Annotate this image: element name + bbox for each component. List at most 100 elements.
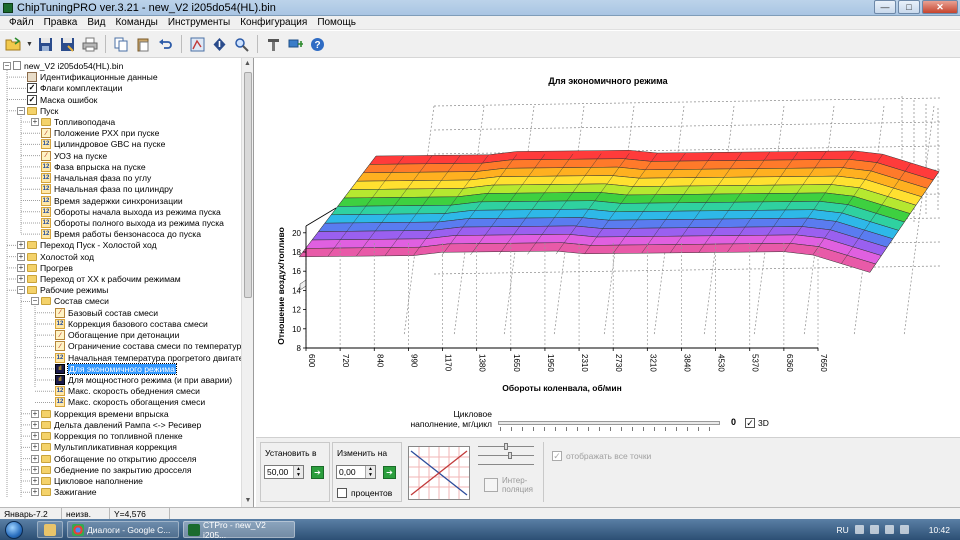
tree-item[interactable]: ✓ Маска ошибок: [27, 94, 97, 105]
search-icon[interactable]: [232, 35, 251, 54]
volume-icon[interactable]: [884, 525, 894, 534]
tree-panel[interactable]: − new_V2 i205do54(HL).bin Идентификацион…: [0, 58, 254, 507]
tree-item[interactable]: ✓ Флаги комплектации: [27, 83, 122, 94]
close-button[interactable]: ✕: [922, 0, 958, 14]
interp-slider-1[interactable]: [478, 443, 534, 450]
undo-icon[interactable]: [156, 35, 175, 54]
tree-item[interactable]: Идентификационные данные: [27, 72, 158, 83]
expand-toggle-icon[interactable]: +: [17, 241, 25, 250]
show-all-points-toggle[interactable]: ✓ отображать все точки: [552, 451, 651, 461]
window-title-bar[interactable]: ChipTuningPRO ver.3.21 - new_V2 i205do54…: [0, 0, 960, 16]
spin-arrows-icon[interactable]: ▲ ▼: [365, 466, 375, 478]
collapse-toggle-icon[interactable]: −: [3, 61, 11, 70]
scrollbar-thumb[interactable]: [244, 72, 252, 298]
tree-item[interactable]: + Прогрев: [17, 262, 73, 273]
tree-item[interactable]: 12 Цилиндровое GBC на пуске: [41, 139, 165, 150]
interp-slider-3[interactable]: [478, 464, 534, 468]
maximize-button[interactable]: □: [898, 0, 920, 14]
menu-configuration[interactable]: Конфигурация: [235, 17, 312, 28]
tree-item[interactable]: 12 Макс. скорость обеднения смеси: [55, 386, 200, 397]
checkbox-3d[interactable]: ✓: [745, 418, 755, 428]
tree-item[interactable]: − Пуск: [17, 105, 58, 116]
tree-item[interactable]: + Цикловое наполнение: [31, 475, 143, 486]
spin-arrows-icon[interactable]: ▲ ▼: [293, 466, 303, 478]
apply-change-button[interactable]: ➔: [383, 466, 396, 479]
tree-item[interactable]: ıl Для экономичного режима: [55, 362, 177, 375]
menu-commands[interactable]: Команды: [110, 17, 162, 28]
taskbar-ctpro[interactable]: CTPro - new_V2 i205...: [183, 520, 295, 540]
interp-slider-2[interactable]: [478, 452, 534, 459]
clock[interactable]: 10:42: [929, 525, 950, 535]
expand-toggle-icon[interactable]: +: [31, 420, 39, 429]
tree-item[interactable]: 12 Обороты полного выхода из режима пуска: [41, 217, 224, 228]
tree-item[interactable]: 12 Время задержки синхронизации: [41, 195, 183, 206]
tree-item[interactable]: 12 Начальная температура прогретого двига…: [55, 352, 253, 363]
interpolation-button[interactable]: Интер- поляция: [484, 476, 533, 494]
expand-toggle-icon[interactable]: +: [31, 443, 39, 452]
interpolation-preview[interactable]: [408, 446, 470, 500]
info-icon[interactable]: [210, 35, 229, 54]
scroll-up-icon[interactable]: ▲: [242, 58, 253, 70]
tree-item[interactable]: 12 Макс. скорость обогащения смеси: [55, 397, 205, 408]
taskbar-chrome[interactable]: Диалоги - Google C...: [67, 521, 179, 538]
tree-item[interactable]: ⁄ Положение РХХ при пуске: [41, 128, 159, 139]
load-slider[interactable]: [498, 421, 720, 425]
tools-icon[interactable]: [264, 35, 283, 54]
tree-root[interactable]: − new_V2 i205do54(HL).bin: [3, 60, 123, 71]
tree-item[interactable]: 12 Время работы бензонасоса до пуска: [41, 229, 201, 240]
print-icon[interactable]: [80, 35, 99, 54]
flag-icon[interactable]: [899, 525, 909, 534]
save-icon[interactable]: [36, 35, 55, 54]
tree-item[interactable]: + Мультипликативная коррекция: [31, 442, 177, 453]
tree-item[interactable]: + Коррекция времени впрыска: [31, 408, 169, 419]
tree-item[interactable]: ⁄ Базовый состав смеси: [55, 307, 158, 318]
menu-help[interactable]: Помощь: [312, 17, 361, 28]
tree-item[interactable]: + Холостой ход: [17, 251, 94, 262]
expand-toggle-icon[interactable]: +: [31, 432, 39, 441]
expand-toggle-icon[interactable]: +: [17, 252, 25, 261]
start-button[interactable]: [5, 520, 23, 539]
tree-item[interactable]: + Зажигание: [31, 487, 97, 498]
paste-icon[interactable]: [134, 35, 153, 54]
tree-item[interactable]: + Обогащение по открытию дросселя: [31, 453, 197, 464]
tree-item[interactable]: ıl Для мощностного режима (и при аварии): [55, 374, 232, 386]
tree-scrollbar[interactable]: ▲ ▼: [241, 58, 253, 507]
language-indicator[interactable]: RU: [836, 525, 848, 535]
expand-toggle-icon[interactable]: +: [31, 117, 39, 126]
minimize-button[interactable]: —: [874, 0, 896, 14]
show-all-points-checkbox[interactable]: ✓: [552, 451, 562, 461]
copy-icon[interactable]: [112, 35, 131, 54]
help-icon[interactable]: ?: [308, 35, 327, 54]
tree-item[interactable]: − Состав смеси: [31, 296, 109, 307]
connect-icon[interactable]: [286, 35, 305, 54]
scroll-down-icon[interactable]: ▼: [242, 495, 253, 507]
percent-toggle[interactable]: процентов: [337, 488, 392, 498]
tree-item[interactable]: 12 Начальная фаза по цилиндру: [41, 184, 173, 195]
change-value-input[interactable]: 0,00 ▲ ▼: [336, 465, 376, 479]
set-value-input[interactable]: 50,00 ▲ ▼: [264, 465, 304, 479]
calibrate-icon[interactable]: [188, 35, 207, 54]
tree-item[interactable]: ⁄ Ограничение состава смеси по температур…: [55, 341, 246, 352]
tree-item[interactable]: + Топливоподача: [31, 116, 115, 127]
tree-item[interactable]: 12 Фаза впрыска на пуске: [41, 161, 146, 172]
save-as-icon[interactable]: [58, 35, 77, 54]
collapse-toggle-icon[interactable]: −: [17, 286, 25, 295]
network-icon[interactable]: [869, 525, 879, 534]
tree-item[interactable]: + Переход Пуск - Холостой ход: [17, 240, 157, 251]
percent-checkbox[interactable]: [337, 488, 347, 498]
menu-file[interactable]: Файл: [4, 17, 39, 28]
collapse-toggle-icon[interactable]: −: [17, 106, 25, 115]
tree-item[interactable]: ⁄ Обогащение при детонации: [55, 330, 179, 341]
tree-item[interactable]: + Дельта давлений Рампа <-> Ресивер: [31, 419, 201, 430]
expand-toggle-icon[interactable]: +: [17, 263, 25, 272]
apply-set-button[interactable]: ➔: [311, 466, 324, 479]
expand-toggle-icon[interactable]: +: [31, 488, 39, 497]
tree-item[interactable]: 12 Коррекция базового состава смеси: [55, 318, 208, 329]
expand-toggle-icon[interactable]: +: [31, 465, 39, 474]
expand-toggle-icon[interactable]: +: [17, 275, 25, 284]
collapse-toggle-icon[interactable]: −: [31, 297, 39, 306]
expand-toggle-icon[interactable]: +: [31, 409, 39, 418]
tree-item[interactable]: + Обеднение по закрытию дросселя: [31, 464, 192, 475]
tray-arrow-icon[interactable]: [854, 525, 864, 534]
tree-item[interactable]: 12 Обороты начала выхода из режима пуска: [41, 206, 221, 217]
